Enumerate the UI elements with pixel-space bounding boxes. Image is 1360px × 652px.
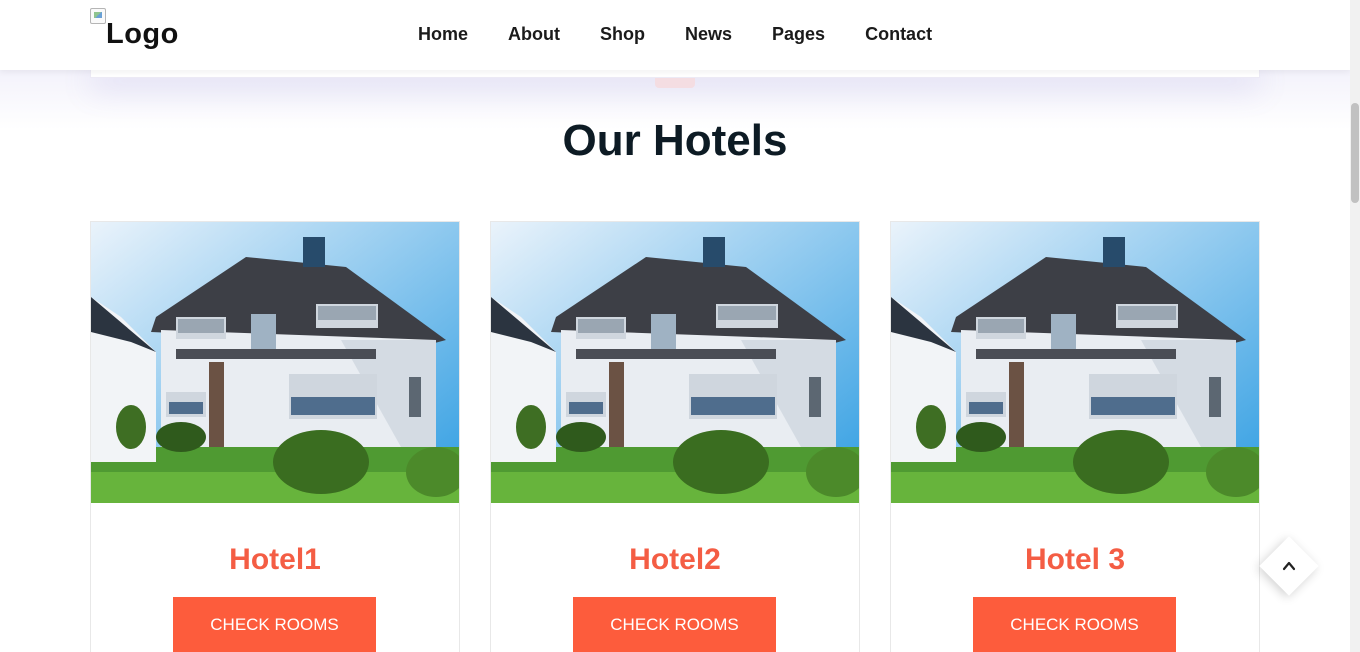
check-rooms-button[interactable]: CHECK ROOMS: [173, 597, 376, 652]
section-title: Our Hotels: [562, 116, 788, 165]
scrollbar-thumb[interactable]: [1351, 103, 1359, 203]
hotel-image[interactable]: [91, 222, 459, 503]
hotel-card: Hotel1 CHECK ROOMS: [90, 221, 460, 652]
chevron-up-icon: [1282, 561, 1296, 571]
hotel-name: Hotel1: [229, 543, 321, 576]
nav-about[interactable]: About: [508, 24, 560, 45]
hotel-image[interactable]: [891, 222, 1259, 503]
nav-shop[interactable]: Shop: [600, 24, 645, 45]
back-to-top-button[interactable]: [1259, 536, 1319, 596]
check-rooms-button[interactable]: CHECK ROOMS: [573, 597, 776, 652]
site-header: Logo Home About Shop News Pages Contact: [0, 0, 1350, 70]
hotel-name: Hotel 3: [1024, 543, 1126, 576]
vertical-scrollbar[interactable]: [1350, 0, 1360, 652]
main-nav: Home About Shop News Pages Contact: [418, 24, 932, 45]
broken-image-icon: [90, 8, 106, 24]
nav-contact[interactable]: Contact: [865, 24, 932, 45]
nav-pages[interactable]: Pages: [772, 24, 825, 45]
hotel-name: Hotel2: [629, 543, 721, 576]
page: Logo Home About Shop News Pages Contact …: [0, 0, 1360, 652]
nav-news[interactable]: News: [685, 24, 732, 45]
hotel-image[interactable]: [491, 222, 859, 503]
logo-link[interactable]: Logo: [90, 8, 179, 51]
logo-text: Logo: [106, 18, 179, 50]
dropdown-indicator: [655, 78, 695, 88]
nav-home[interactable]: Home: [418, 24, 468, 45]
hotel-card: Hotel 3 CHECK ROOMS: [890, 221, 1260, 652]
check-rooms-button[interactable]: CHECK ROOMS: [973, 597, 1176, 652]
hotel-card: Hotel2 CHECK ROOMS: [490, 221, 860, 652]
